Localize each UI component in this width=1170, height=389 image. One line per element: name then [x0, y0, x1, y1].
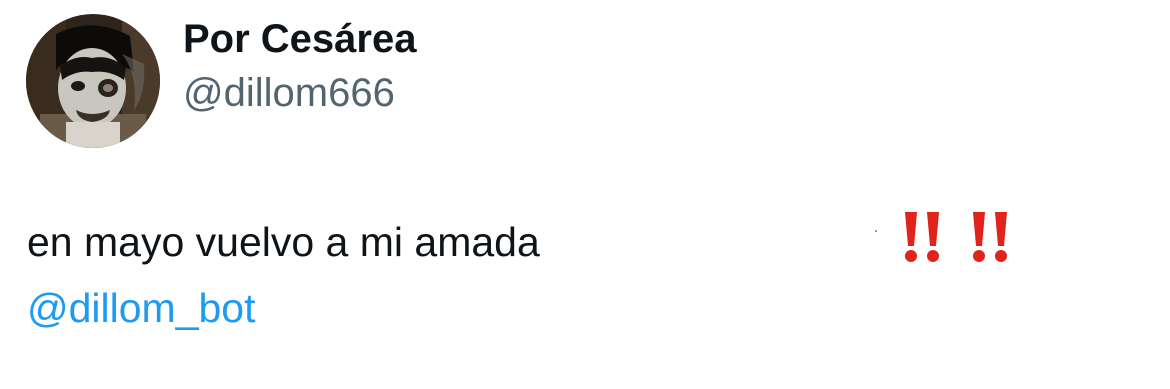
double-exclamation-mark-icon	[966, 210, 1014, 264]
author-display-name[interactable]: Por Cesárea	[183, 16, 416, 62]
tweet-card: Por Cesárea @dillom666 en mayo vuelvo a …	[0, 0, 1170, 389]
profile-photo-avatar-icon	[26, 14, 160, 148]
avatar[interactable]	[26, 14, 160, 148]
mention-link[interactable]: @dillom_bot	[27, 284, 256, 332]
image-speck	[875, 230, 877, 232]
tweet-text: en mayo vuelvo a mi amada	[27, 219, 540, 265]
author-handle[interactable]: @dillom666	[183, 70, 395, 116]
double-exclamation-mark-icon	[898, 210, 946, 264]
